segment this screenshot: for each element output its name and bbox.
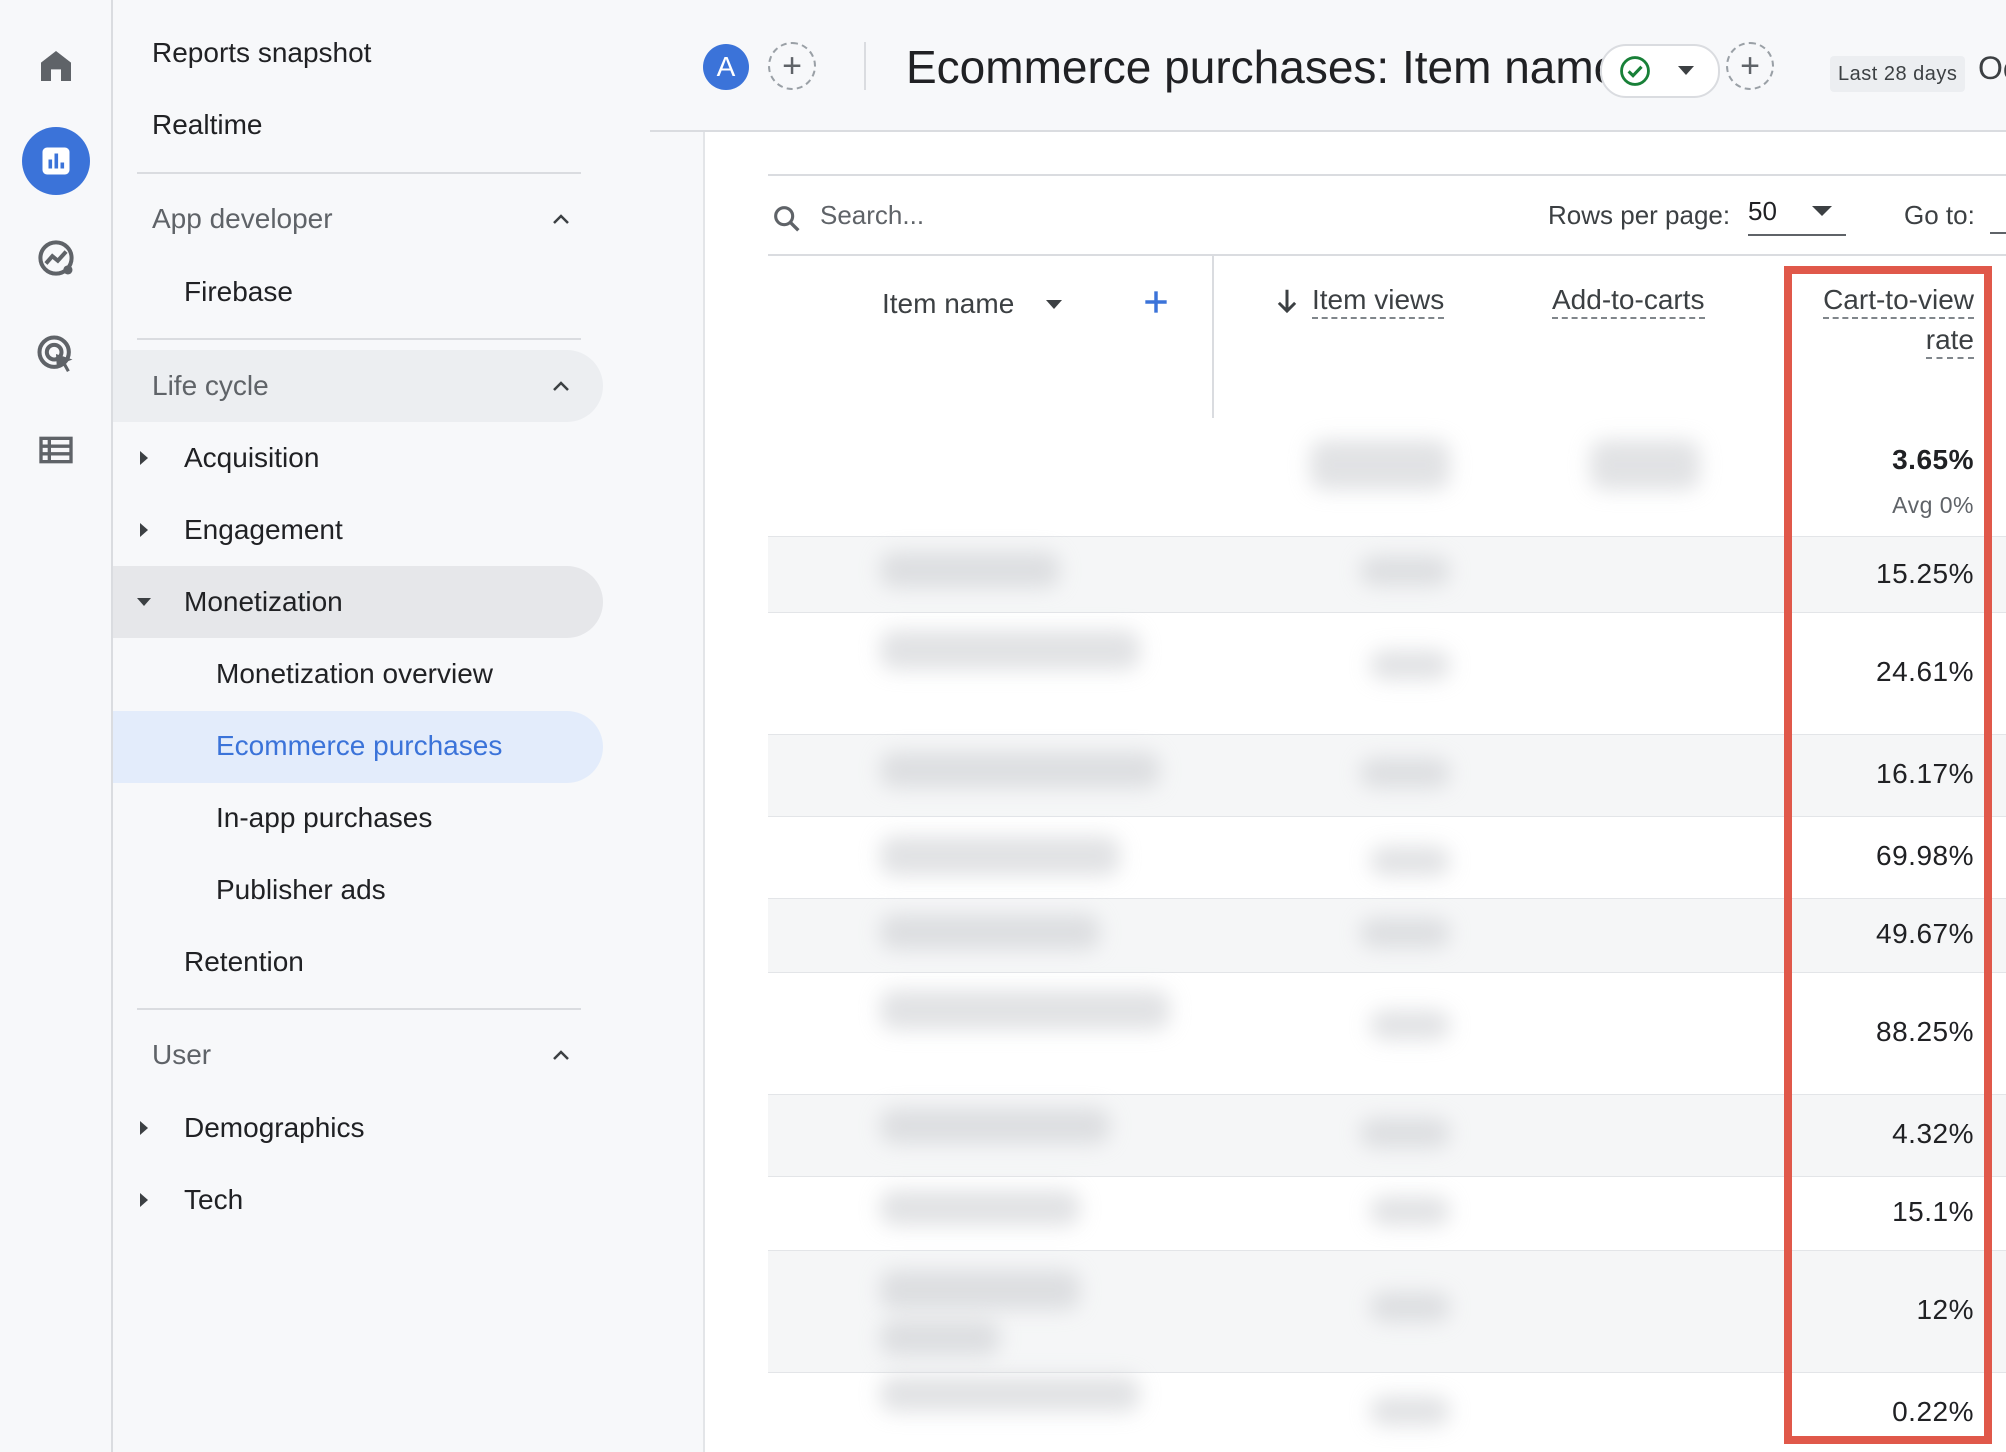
blurred-item-name [880,1190,1080,1226]
table-header-border [768,254,2006,256]
blurred-item-name [880,552,1060,588]
date-range-chip[interactable]: Last 28 days [1830,56,1966,92]
column-header-item-views[interactable]: Item views [1312,284,1445,319]
reports-icon[interactable] [22,127,90,195]
collapse-arrow-icon[interactable] [137,598,151,606]
nav-engagement[interactable]: Engagement [184,498,343,562]
expand-arrow-icon[interactable] [140,1193,148,1207]
nav-in-app-purchases[interactable]: In-app purchases [216,786,432,850]
blurred-value [1370,846,1450,876]
blurred-item-name [880,1108,1110,1144]
status-dropdown[interactable] [1600,44,1720,98]
dropdown-arrow-icon [1678,66,1694,75]
chevron-up-icon[interactable] [549,207,573,231]
blurred-item-name [880,914,1100,950]
add-to-carts-label: Add-to-carts [1552,284,1705,319]
nav-divider [137,338,581,340]
advertising-icon[interactable] [22,320,90,388]
chevron-up-icon[interactable] [549,1043,573,1067]
blurred-value [1360,918,1450,948]
nav-realtime[interactable]: Realtime [152,93,262,157]
arrow-down-icon [1277,289,1297,314]
blurred-item-name [880,1320,1000,1356]
blurred-item-name [880,836,1120,876]
nav-tech[interactable]: Tech [184,1168,243,1232]
nav-monetization-overview[interactable]: Monetization overview [216,642,493,706]
blurred-value [1370,1292,1450,1322]
nav-section-life-cycle[interactable]: Life cycle [152,354,269,418]
icon-rail [0,0,113,1452]
nav-firebase[interactable]: Firebase [184,260,293,324]
date-range-text[interactable]: Oc [1978,50,2006,87]
expand-arrow-icon[interactable] [140,451,148,465]
nav-ecommerce-purchases[interactable]: Ecommerce purchases [216,714,502,778]
blurred-item-name [880,630,1140,670]
dimension-dropdown-icon[interactable] [1046,300,1062,309]
rows-per-page-value: 50 [1748,196,1777,226]
rows-per-page-select[interactable]: 50 [1748,192,1846,236]
nav-publisher-ads[interactable]: Publisher ads [216,858,386,922]
dropdown-arrow-icon [1812,206,1832,216]
item-views-label: Item views [1312,284,1445,319]
blurred-item-name [880,1376,1140,1412]
blurred-value [1360,1118,1450,1148]
blurred-item-name [880,990,1170,1030]
plus-icon: + [782,47,802,85]
add-comparison-button[interactable]: + [768,42,816,90]
rows-per-page-label: Rows per page: [1548,200,1731,230]
home-icon[interactable] [22,32,90,100]
column-separator [1212,256,1214,418]
table-top-border [768,174,2006,176]
header-separator [864,42,866,90]
blurred-value [1370,1396,1450,1426]
report-navigation: Reports snapshot Realtime App developer … [113,0,703,1452]
configure-icon[interactable] [22,416,90,484]
blurred-item-name [880,1270,1080,1310]
check-circle-icon [1620,56,1650,86]
plus-icon: + [1740,47,1760,85]
nav-section-user[interactable]: User [152,1023,211,1087]
nav-divider [137,172,581,174]
blurred-value [1370,1010,1450,1040]
add-dimension-icon[interactable] [1140,286,1172,318]
nav-retention[interactable]: Retention [184,930,304,994]
add-filter-button[interactable]: + [1726,42,1774,90]
nav-section-app-developer[interactable]: App developer [152,187,333,251]
search-input[interactable]: Search... [820,200,924,231]
nav-monetization[interactable]: Monetization [184,570,343,634]
blurred-value [1370,650,1450,680]
explore-icon[interactable] [22,224,90,292]
page-title: Ecommerce purchases: Item name [906,41,1620,93]
column-header-add-to-carts[interactable]: Add-to-carts [1552,284,1705,319]
nav-demographics[interactable]: Demographics [184,1096,365,1160]
column-header-item-name[interactable]: Item name [882,288,1014,320]
blurred-item-name [880,752,1160,788]
nav-reports-snapshot[interactable]: Reports snapshot [152,21,371,85]
chevron-up-icon[interactable] [549,374,573,398]
blurred-value [1360,556,1450,586]
expand-arrow-icon[interactable] [140,1121,148,1135]
comparison-avatar[interactable]: A [703,44,749,90]
blurred-total [1310,440,1450,490]
nav-acquisition[interactable]: Acquisition [184,426,319,490]
go-to-label: Go to: [1904,200,1975,230]
search-icon [774,206,800,232]
nav-divider [137,1008,581,1010]
expand-arrow-icon[interactable] [140,523,148,537]
blurred-value [1360,758,1450,788]
highlight-box [1784,266,1992,1444]
blurred-value [1370,1196,1450,1226]
blurred-total [1590,440,1700,490]
go-to-input[interactable] [1990,232,2006,234]
